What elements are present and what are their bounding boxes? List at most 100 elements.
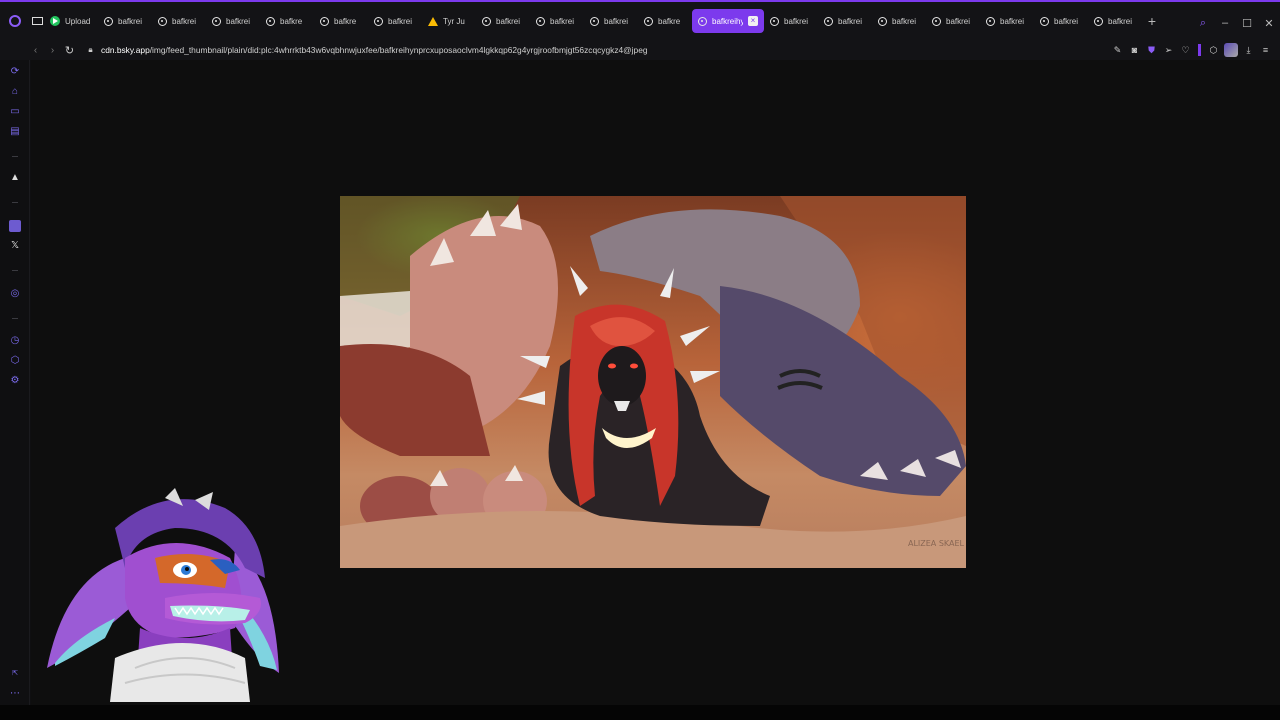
tab-label: bafkrei <box>838 16 863 26</box>
download-icon[interactable]: ⤓ <box>1240 45 1257 56</box>
tab[interactable]: bafkrei <box>98 9 152 33</box>
globe-icon <box>212 16 221 26</box>
address-bar[interactable]: cdn.bsky.app/img/feed_thumbnail/plain/di… <box>101 45 648 55</box>
tab-label: bafkrei <box>118 16 143 26</box>
upload-icon <box>50 16 60 26</box>
side-panel: ⟳ ⌂ ▭ ▤ ▲ 𝕏 ◎ ◷ ⬡ ⚙ ⇱ ⋯ <box>0 60 30 720</box>
clock-icon[interactable]: ◷ <box>9 335 21 347</box>
globe-icon <box>878 16 887 26</box>
app-icon[interactable]: ▲ <box>9 172 21 184</box>
globe-icon <box>698 16 707 26</box>
navigation-bar: ‹ › ↻ 🔒︎ cdn.bsky.app/img/feed_thumbnail… <box>0 40 1280 60</box>
extensions-icon[interactable]: ⬡ <box>1205 45 1222 56</box>
bag-icon[interactable]: ⌂ <box>9 86 21 98</box>
drive-icon <box>428 16 438 26</box>
tab-label: bafkreihy <box>712 16 743 26</box>
tab-label: bafkrei <box>892 16 917 26</box>
sidebar-divider <box>12 318 18 319</box>
tab-label: bafkrei <box>1000 16 1025 26</box>
tab-label: bafkrei <box>496 16 521 26</box>
tab[interactable]: bafkrei <box>926 9 980 33</box>
tab-label: bafkrei <box>604 16 629 26</box>
tab[interactable]: bafkrei <box>152 9 206 33</box>
menu-icon[interactable]: ≡ <box>1257 45 1274 55</box>
close-window-button[interactable]: ✕ <box>1258 17 1280 30</box>
tab[interactable]: bafkrei <box>584 9 638 33</box>
taskbar-strip <box>0 705 1280 720</box>
shield-icon[interactable]: ⛊ <box>1143 45 1160 56</box>
tab[interactable]: bafkrei <box>1034 9 1088 33</box>
globe-icon <box>482 16 491 26</box>
history-icon[interactable]: ⟳ <box>9 66 21 78</box>
x-icon[interactable]: 𝕏 <box>9 240 21 252</box>
artwork-illustration: ALIZEA SKAEL <box>340 196 966 568</box>
tab[interactable]: bafkrei <box>476 9 530 33</box>
tab-active[interactable]: bafkreihy × <box>692 9 764 33</box>
globe-icon <box>590 16 599 26</box>
globe-icon <box>770 16 779 26</box>
maximize-button[interactable]: ☐ <box>1236 17 1258 30</box>
lock-icon[interactable]: 🔒︎ <box>86 45 95 55</box>
tab-label: bafkrei <box>1054 16 1079 26</box>
tab-label: bafkre <box>334 16 357 26</box>
edit-icon[interactable]: ✎ <box>1109 45 1126 56</box>
tab[interactable]: bafkrei <box>1088 9 1142 33</box>
profile-avatar[interactable] <box>1224 43 1238 57</box>
globe-icon <box>824 16 833 26</box>
tab[interactable]: bafkrei <box>368 9 422 33</box>
tab-search-icon[interactable]: ⌕ <box>1192 17 1214 30</box>
toolbar-actions: ✎ ◙ ⛊ ➢ ♡ ⬡ ⤓ ≡ <box>1109 40 1274 60</box>
tab-label: bafkrei <box>946 16 971 26</box>
settings-icon[interactable]: ⚙ <box>9 375 21 387</box>
tab[interactable]: bafkrei <box>530 9 584 33</box>
dragon-avatar-illustration <box>47 488 279 702</box>
tab-label: bafkrei <box>784 16 809 26</box>
close-tab-icon[interactable]: × <box>748 16 758 26</box>
tab-label: Upload <box>65 16 91 26</box>
tab[interactable]: bafkrei <box>206 9 260 33</box>
displayed-image[interactable]: ALIZEA SKAEL <box>340 196 966 568</box>
tab-list: Upload bafkrei bafkrei bafkrei bafkre bafkre b… <box>44 2 1142 40</box>
tab-label: bafkrei <box>388 16 413 26</box>
target-icon[interactable]: ◎ <box>9 288 21 300</box>
tab[interactable]: bafkre <box>260 9 314 33</box>
globe-icon <box>158 16 167 26</box>
tab-label: bafkrei <box>226 16 251 26</box>
tab[interactable]: bafkrei <box>872 9 926 33</box>
browser-window: Upload bafkrei bafkrei bafkrei bafkre bafkre b… <box>0 0 1280 720</box>
globe-icon <box>932 16 941 26</box>
globe-icon <box>320 16 329 26</box>
tab[interactable]: bafkrei <box>980 9 1034 33</box>
twitch-icon[interactable] <box>9 220 21 232</box>
new-tab-button[interactable]: + <box>1142 13 1162 29</box>
back-button[interactable]: ‹ <box>27 45 44 56</box>
globe-icon <box>1094 16 1103 26</box>
heart-icon[interactable]: ♡ <box>1177 45 1194 56</box>
url-path: /img/feed_thumbnail/plain/did:plc:4whrrk… <box>149 45 648 55</box>
tab-label: bafkre <box>658 16 681 26</box>
sidebar-divider <box>12 202 18 203</box>
toolbar-divider <box>1198 44 1201 56</box>
tab-label: bafkrei <box>1108 16 1133 26</box>
chat-icon[interactable]: ▭ <box>9 106 21 118</box>
browser-logo-icon[interactable] <box>0 2 30 40</box>
notes-icon[interactable]: ▤ <box>9 126 21 138</box>
tab[interactable]: bafkre <box>638 9 692 33</box>
tab-label: bafkrei <box>172 16 197 26</box>
mail-icon[interactable] <box>30 17 44 25</box>
tab[interactable]: bafkrei <box>764 9 818 33</box>
tab-label: bafkre <box>280 16 303 26</box>
tab[interactable]: Tyr Ju <box>422 9 476 33</box>
expand-icon[interactable]: ⇱ <box>9 668 21 680</box>
tab[interactable]: bafkre <box>314 9 368 33</box>
cube-icon[interactable]: ⬡ <box>9 355 21 367</box>
minimize-button[interactable]: – <box>1214 17 1236 29</box>
camera-icon[interactable]: ◙ <box>1126 45 1143 55</box>
tab[interactable]: Upload <box>44 9 98 33</box>
forward-button[interactable]: › <box>44 45 61 56</box>
reload-button[interactable]: ↻ <box>61 44 78 57</box>
more-icon[interactable]: ⋯ <box>9 688 21 700</box>
send-icon[interactable]: ➢ <box>1160 45 1177 56</box>
tab[interactable]: bafkrei <box>818 9 872 33</box>
globe-icon <box>644 16 653 26</box>
